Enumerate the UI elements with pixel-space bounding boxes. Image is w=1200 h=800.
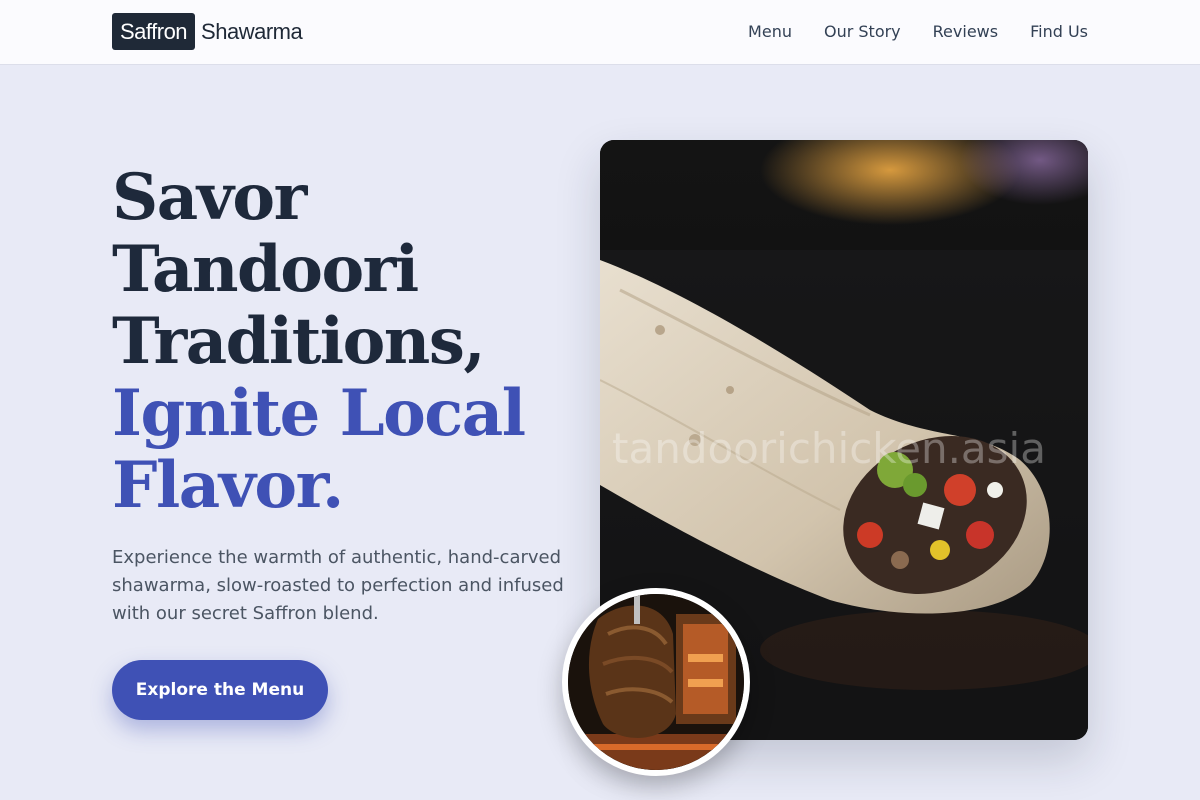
brand-logo[interactable]: Saffron Shawarma: [112, 13, 303, 50]
nav-link-find-us[interactable]: Find Us: [1030, 21, 1088, 43]
logo-text: Shawarma: [201, 19, 303, 44]
hero-title-line-3: Traditions,: [112, 304, 486, 379]
nav-link-reviews[interactable]: Reviews: [933, 21, 998, 43]
nav-link-our-story[interactable]: Our Story: [824, 21, 901, 43]
shawarma-spit-illustration: [568, 594, 744, 770]
nav-link-menu[interactable]: Menu: [748, 21, 792, 43]
top-navbar: Saffron Shawarma Menu Our Story Reviews …: [0, 0, 1200, 64]
hero-title-line-1: Savor: [112, 160, 307, 235]
hero-title: Savor Tandoori Traditions, Ignite Local …: [112, 162, 572, 522]
hero-subtitle: Experience the warmth of authentic, hand…: [112, 547, 564, 624]
main-nav: Menu Our Story Reviews Find Us: [748, 21, 1088, 43]
hero-title-accent-line-2: Flavor.: [112, 448, 344, 523]
photo-watermark: tandoorichicken.asia: [612, 424, 1046, 473]
hero-title-accent-line-1: Ignite Local: [112, 376, 526, 451]
shawarma-spit-photo: [562, 588, 750, 776]
explore-menu-button[interactable]: Explore the Menu: [112, 660, 328, 720]
hero-title-line-2: Tandoori: [112, 232, 419, 307]
logo-box-text: Saffron: [112, 13, 196, 50]
